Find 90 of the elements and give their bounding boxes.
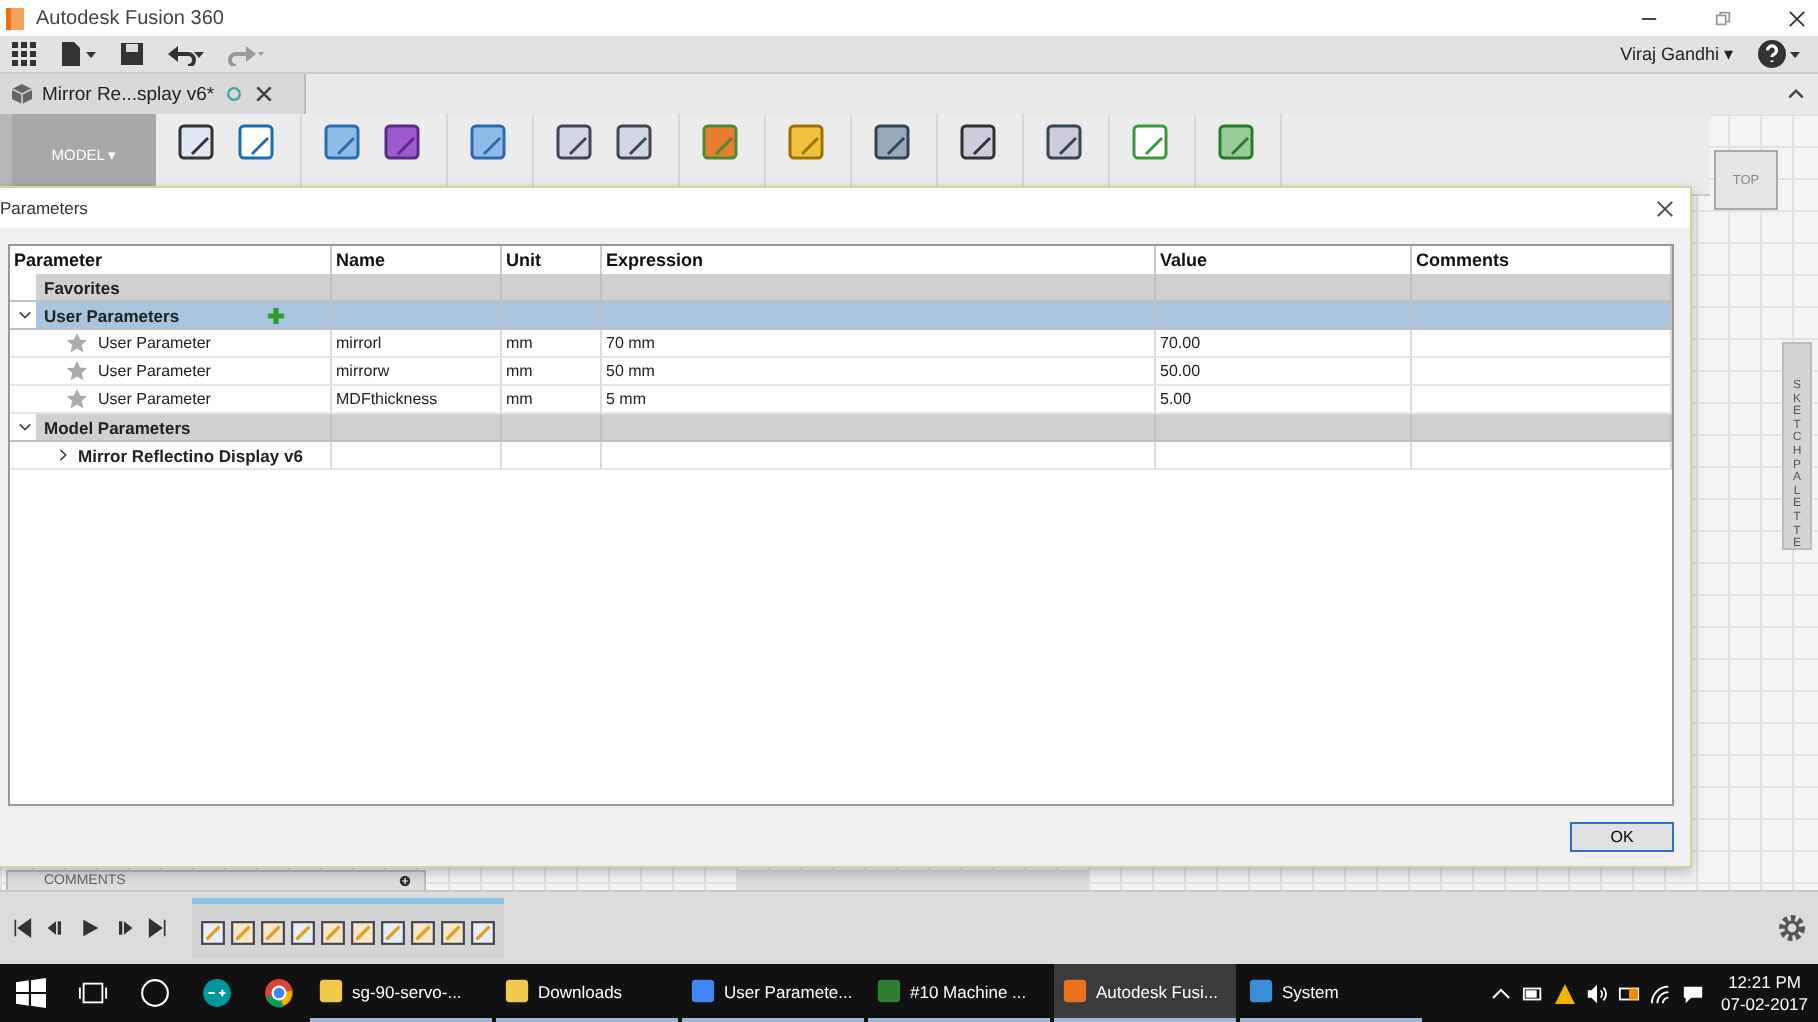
wifi-icon[interactable] bbox=[1649, 983, 1672, 1003]
table-cell: 70 mm bbox=[602, 330, 1156, 358]
group-row[interactable]: Favorites bbox=[10, 274, 1672, 302]
app-icon bbox=[318, 978, 344, 1004]
restore-icon[interactable] bbox=[1714, 9, 1732, 27]
close-icon[interactable] bbox=[1656, 199, 1674, 217]
close-icon[interactable] bbox=[254, 84, 275, 104]
timeline-feature-icon[interactable] bbox=[440, 920, 466, 946]
volume-icon[interactable] bbox=[1585, 983, 1608, 1003]
table-cell: mm bbox=[502, 358, 602, 386]
timeline-feature-icon[interactable] bbox=[260, 920, 286, 946]
table-cell: User Parameter bbox=[98, 334, 211, 352]
status-circle-icon bbox=[224, 84, 245, 104]
table-cell: 50.00 bbox=[1156, 358, 1412, 386]
timeline-feature-icon[interactable] bbox=[350, 920, 376, 946]
app-icon bbox=[876, 978, 902, 1004]
ok-button[interactable]: OK bbox=[1570, 821, 1674, 851]
play-icon[interactable] bbox=[80, 918, 100, 938]
app-icon bbox=[690, 978, 716, 1004]
table-cell: 70.00 bbox=[1156, 330, 1412, 358]
app-icon[interactable] bbox=[202, 978, 232, 1008]
undo-icon[interactable] bbox=[168, 42, 204, 66]
timeline-feature-icon[interactable] bbox=[320, 920, 346, 946]
table-cell: User Parameter bbox=[98, 390, 211, 408]
taskbar-app[interactable]: Downloads bbox=[496, 964, 678, 1022]
document-tab[interactable]: Mirror Re...splay v6* bbox=[0, 74, 306, 114]
table-cell bbox=[502, 302, 602, 330]
task-view-icon[interactable] bbox=[78, 978, 108, 1008]
cube-icon bbox=[12, 84, 32, 104]
star-icon[interactable] bbox=[66, 388, 88, 410]
dialog-title: Parameters bbox=[0, 198, 88, 218]
component-label: Mirror Reflectino Display v6 bbox=[78, 445, 303, 465]
group-label: Model Parameters bbox=[44, 417, 191, 437]
chevron-down-icon[interactable] bbox=[18, 308, 32, 322]
app-icon bbox=[1248, 978, 1274, 1004]
taskbar-app[interactable]: System bbox=[1240, 964, 1422, 1022]
timeline-feature-icon[interactable] bbox=[230, 920, 256, 946]
star-icon[interactable] bbox=[66, 332, 88, 354]
add-icon[interactable] bbox=[398, 874, 412, 888]
keyboard-icon[interactable] bbox=[1617, 983, 1640, 1003]
table-cell: mirrorl bbox=[332, 330, 502, 358]
timeline-feature-icon[interactable] bbox=[200, 920, 226, 946]
table-cell: 50 mm bbox=[602, 358, 1156, 386]
step-back-icon[interactable] bbox=[46, 918, 66, 938]
save-icon[interactable] bbox=[120, 42, 144, 66]
app-icon bbox=[1062, 978, 1088, 1004]
table-cell: mm bbox=[502, 330, 602, 358]
star-icon[interactable] bbox=[66, 360, 88, 382]
user-menu[interactable]: Viraj Gandhi ▾ bbox=[1620, 44, 1734, 64]
browser-icon[interactable] bbox=[264, 978, 294, 1008]
help-icon[interactable] bbox=[1758, 40, 1802, 68]
timeline-feature-icon[interactable] bbox=[380, 920, 406, 946]
group-label: Favorites bbox=[44, 277, 120, 297]
group-row[interactable]: Model Parameters bbox=[10, 414, 1672, 442]
clock-time[interactable]: 12:21 PM bbox=[1728, 971, 1801, 993]
grid-menu-icon[interactable] bbox=[12, 42, 36, 66]
table-cell: User Parameter bbox=[98, 362, 211, 380]
settings-icon[interactable] bbox=[1778, 914, 1806, 942]
taskbar-app[interactable]: #10 Machine ... bbox=[868, 964, 1050, 1022]
timeline-feature-icon[interactable] bbox=[470, 920, 496, 946]
timeline-feature-icon[interactable] bbox=[410, 920, 436, 946]
chevron-right-icon[interactable] bbox=[56, 448, 70, 462]
table-cell bbox=[502, 414, 602, 442]
battery-icon[interactable] bbox=[1521, 983, 1544, 1003]
app-logo-icon bbox=[6, 7, 24, 29]
chevron-up-icon[interactable] bbox=[1489, 983, 1512, 1003]
notification-icon[interactable] bbox=[1681, 983, 1704, 1003]
group-label: User Parameters bbox=[44, 305, 180, 325]
table-cell bbox=[502, 442, 602, 470]
start-icon[interactable] bbox=[16, 978, 46, 1008]
app-icon[interactable] bbox=[140, 978, 170, 1008]
skip-end-icon[interactable] bbox=[148, 918, 168, 938]
file-menu-icon[interactable] bbox=[60, 42, 96, 66]
step-forward-icon[interactable] bbox=[114, 918, 134, 938]
table-cell bbox=[502, 274, 602, 302]
chevron-down-icon[interactable] bbox=[18, 420, 32, 434]
app-icon bbox=[504, 978, 530, 1004]
timeline-feature-icon[interactable] bbox=[290, 920, 316, 946]
taskbar-app[interactable]: sg-90-servo-... bbox=[310, 964, 492, 1022]
skip-start-icon[interactable] bbox=[12, 918, 32, 938]
timeline-track[interactable] bbox=[192, 898, 504, 958]
group-row[interactable]: User Parameters bbox=[10, 302, 1672, 330]
taskbar-app[interactable]: Autodesk Fusi... bbox=[1054, 964, 1236, 1022]
table-cell: mirrorw bbox=[332, 358, 502, 386]
collapse-icon[interactable] bbox=[1786, 84, 1806, 104]
window-title: Autodesk Fusion 360 bbox=[36, 7, 224, 29]
clock-date[interactable]: 07-02-2017 bbox=[1721, 993, 1808, 1015]
close-icon[interactable] bbox=[1788, 9, 1806, 27]
taskbar-app[interactable]: User Paramete... bbox=[682, 964, 864, 1022]
warning-icon[interactable] bbox=[1553, 983, 1576, 1003]
